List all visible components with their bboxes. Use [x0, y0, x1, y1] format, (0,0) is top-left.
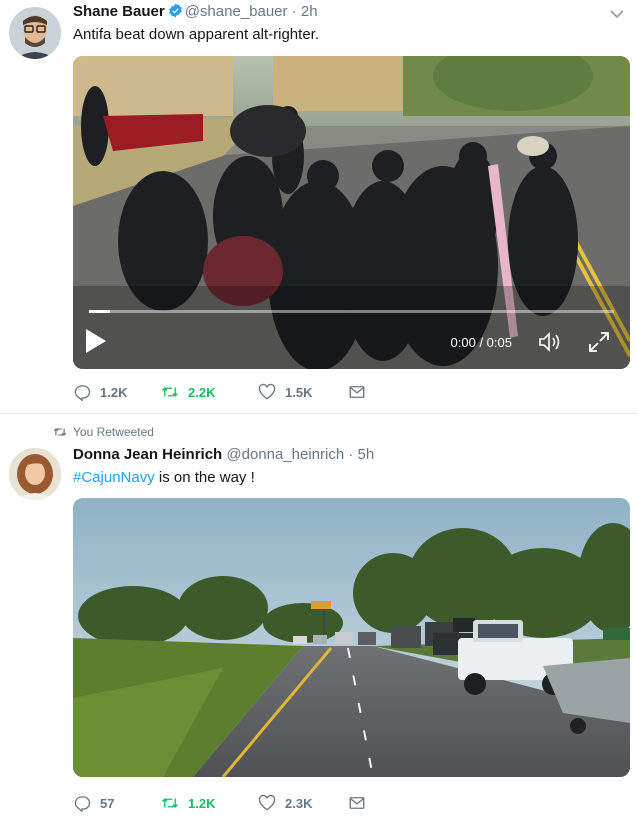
play-icon[interactable]: [85, 328, 107, 354]
tweet-header: Shane Bauer @shane_bauer · 2h: [73, 3, 318, 20]
timestamp[interactable]: 5h: [358, 446, 375, 463]
video-frame: [73, 56, 630, 369]
separator-dot: ·: [291, 3, 297, 20]
display-name[interactable]: Shane Bauer: [73, 3, 165, 20]
like-button[interactable]: 1.5K: [258, 383, 348, 401]
retweet-icon: [53, 428, 67, 436]
retweet-context-label: You Retweeted: [73, 425, 154, 439]
message-icon: [349, 797, 365, 809]
separator-dot: ·: [348, 446, 354, 463]
tweet-shane-bauer[interactable]: Shane Bauer @shane_bauer · 2h Antifa beat…: [0, 0, 638, 413]
tweet-text-rest: is on the way !: [154, 469, 255, 486]
tweet-header: Donna Jean Heinrich @donna_heinrich · 5h: [73, 446, 374, 463]
like-count: 2.3K: [285, 795, 313, 811]
retweet-context: You Retweeted: [53, 425, 154, 439]
avatar[interactable]: [9, 448, 61, 500]
like-count: 1.5K: [285, 384, 313, 400]
reply-button[interactable]: 57: [73, 794, 161, 812]
video-time: 0:00 / 0:05: [450, 335, 512, 350]
retweet-count: 2.2K: [188, 384, 216, 400]
video-progress-fill: [89, 310, 110, 313]
reply-icon: [74, 385, 91, 401]
avatar[interactable]: [9, 7, 61, 59]
tweet-actions: 57 1.2K 2.3K: [73, 794, 366, 812]
reply-button[interactable]: 1.2K: [73, 383, 161, 401]
retweet-button[interactable]: 2.2K: [161, 383, 258, 401]
retweet-count: 1.2K: [188, 795, 216, 811]
timestamp[interactable]: 2h: [301, 3, 318, 20]
video-progress-bar[interactable]: [89, 310, 614, 313]
reply-count: 1.2K: [100, 384, 128, 400]
tweet-actions: 1.2K 2.2K 1.5K: [73, 383, 366, 401]
like-icon: [258, 794, 276, 811]
retweet-button[interactable]: 1.2K: [161, 794, 258, 812]
reply-count: 57: [100, 795, 115, 811]
tweet-text: Antifa beat down apparent alt-righter.: [73, 26, 319, 43]
like-icon: [258, 383, 276, 400]
display-name[interactable]: Donna Jean Heinrich: [73, 446, 222, 463]
message-button[interactable]: [348, 794, 366, 812]
fullscreen-icon[interactable]: [588, 331, 610, 353]
handle[interactable]: @donna_heinrich: [226, 446, 344, 463]
tweet-photo[interactable]: [73, 498, 630, 777]
handle[interactable]: @shane_bauer: [185, 3, 288, 20]
hashtag-link[interactable]: #CajunNavy: [73, 469, 155, 486]
message-button[interactable]: [348, 383, 366, 401]
message-icon: [349, 386, 365, 398]
retweet-icon: [162, 387, 178, 397]
like-button[interactable]: 2.3K: [258, 794, 348, 812]
volume-icon[interactable]: [538, 331, 562, 353]
reply-icon: [74, 796, 91, 812]
verified-badge-icon: [168, 3, 182, 18]
photo-image: [73, 498, 630, 777]
retweet-icon: [162, 798, 178, 808]
tweet-text: #CajunNavy is on the way !: [73, 468, 255, 488]
chevron-down-icon[interactable]: [610, 9, 624, 19]
video-player[interactable]: 0:00 / 0:05: [73, 56, 630, 369]
tweet-donna-jean-heinrich[interactable]: You Retweeted Donna Jean Heinrich @donna…: [0, 414, 638, 817]
